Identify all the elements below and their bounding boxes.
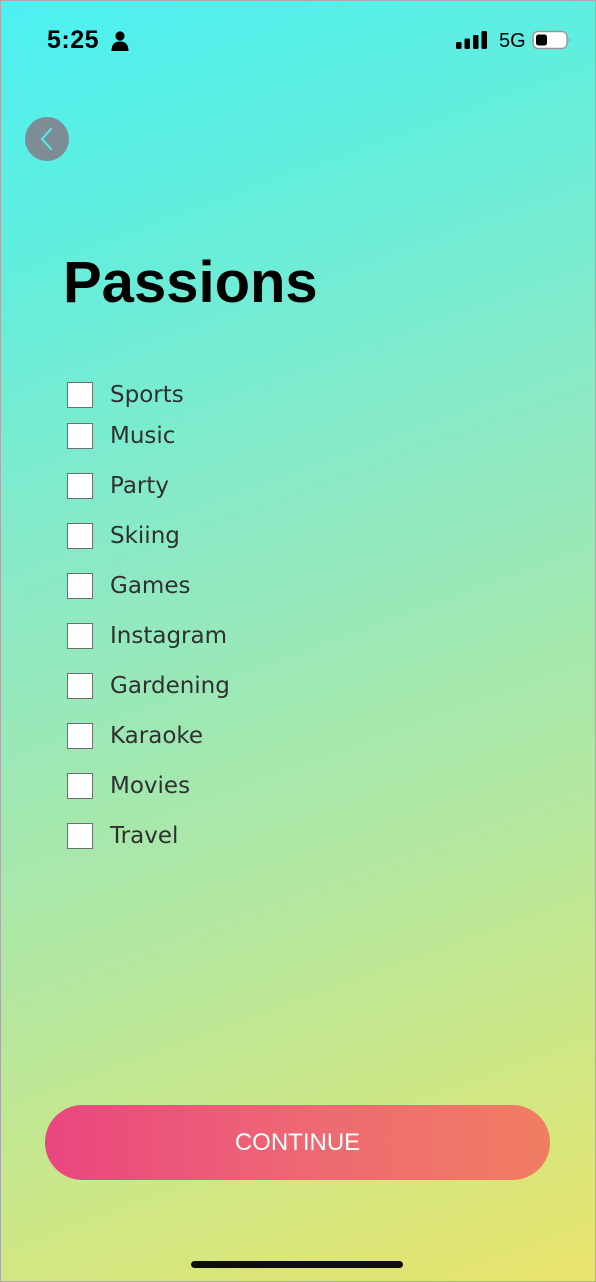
checkbox[interactable]: [67, 723, 93, 749]
network-type: 5G: [499, 30, 526, 52]
signal-bars-icon: [456, 31, 487, 49]
option-label: Movies: [110, 773, 191, 799]
option-label: Instagram: [110, 623, 228, 649]
option-label: Party: [110, 473, 170, 499]
option-label: Music: [110, 423, 176, 449]
passions-screen: 5:25 5G Passions Sports Music Party Skii…: [0, 0, 596, 1282]
option-label: Skiing: [110, 523, 180, 549]
battery-icon: [532, 30, 571, 50]
checkbox[interactable]: [67, 773, 93, 799]
checkbox[interactable]: [67, 573, 93, 599]
option-label: Sports: [110, 382, 184, 408]
checkbox[interactable]: [67, 473, 93, 499]
checkbox[interactable]: [67, 523, 93, 549]
status-time: 5:25: [47, 26, 100, 54]
checkbox[interactable]: [67, 423, 93, 449]
option-label: Karaoke: [110, 723, 204, 749]
option-label: Games: [110, 573, 191, 599]
option-label: Travel: [110, 823, 179, 849]
passions-list: Sports Music Party Skiing Games Instagra…: [67, 379, 230, 861]
checkbox[interactable]: [67, 823, 93, 849]
passion-option-travel[interactable]: Travel: [67, 797, 230, 861]
continue-button[interactable]: CONTINUE: [45, 1105, 550, 1180]
checkbox[interactable]: [67, 382, 93, 408]
home-indicator[interactable]: [191, 1261, 403, 1268]
status-bar: 5:25 5G: [1, 1, 595, 81]
option-label: Gardening: [110, 673, 230, 699]
checkbox[interactable]: [67, 623, 93, 649]
person-icon: [111, 31, 129, 51]
back-button[interactable]: [25, 117, 69, 161]
checkbox[interactable]: [67, 673, 93, 699]
page-title: Passions: [63, 250, 318, 315]
chevron-left-icon: [41, 128, 52, 150]
